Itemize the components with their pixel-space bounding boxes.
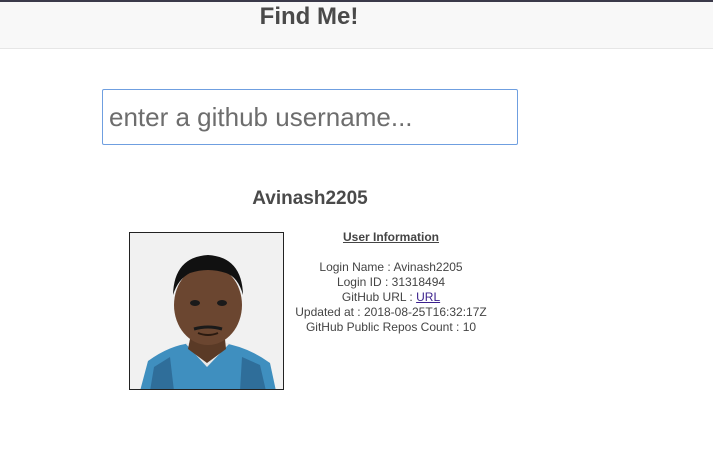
github-url-link[interactable]: URL (416, 290, 440, 304)
repos-count-row: GitHub Public Repos Count : 10 (284, 320, 498, 335)
updated-at-label: Updated at : (295, 305, 364, 319)
updated-at-row: Updated at : 2018-08-25T16:32:17Z (284, 305, 498, 320)
login-name-label: Login Name : (319, 260, 394, 274)
login-id-row: Login ID : 31318494 (284, 275, 498, 290)
user-information-panel: User Information Login Name : Avinash220… (284, 230, 498, 335)
login-name-value: Avinash2205 (393, 260, 463, 274)
updated-at-value: 2018-08-25T16:32:17Z (363, 305, 487, 319)
user-photo-icon (130, 233, 283, 389)
github-url-row: GitHub URL : URL (284, 290, 498, 305)
username-search-input[interactable] (102, 89, 518, 145)
login-name-row: Login Name : Avinash2205 (284, 260, 498, 275)
user-information-heading: User Information (342, 230, 439, 244)
repos-count-value: 10 (462, 320, 477, 334)
repos-count-label: GitHub Public Repos Count : (305, 320, 463, 334)
page-title: Find Me! (259, 3, 359, 30)
avatar (129, 232, 284, 390)
login-id-label: Login ID : (336, 275, 392, 289)
profile-username: Avinash2205 (252, 188, 368, 209)
app-header: Find Me! (0, 2, 713, 49)
login-id-value: 31318494 (391, 275, 446, 289)
github-url-label: GitHub URL : (341, 290, 417, 304)
